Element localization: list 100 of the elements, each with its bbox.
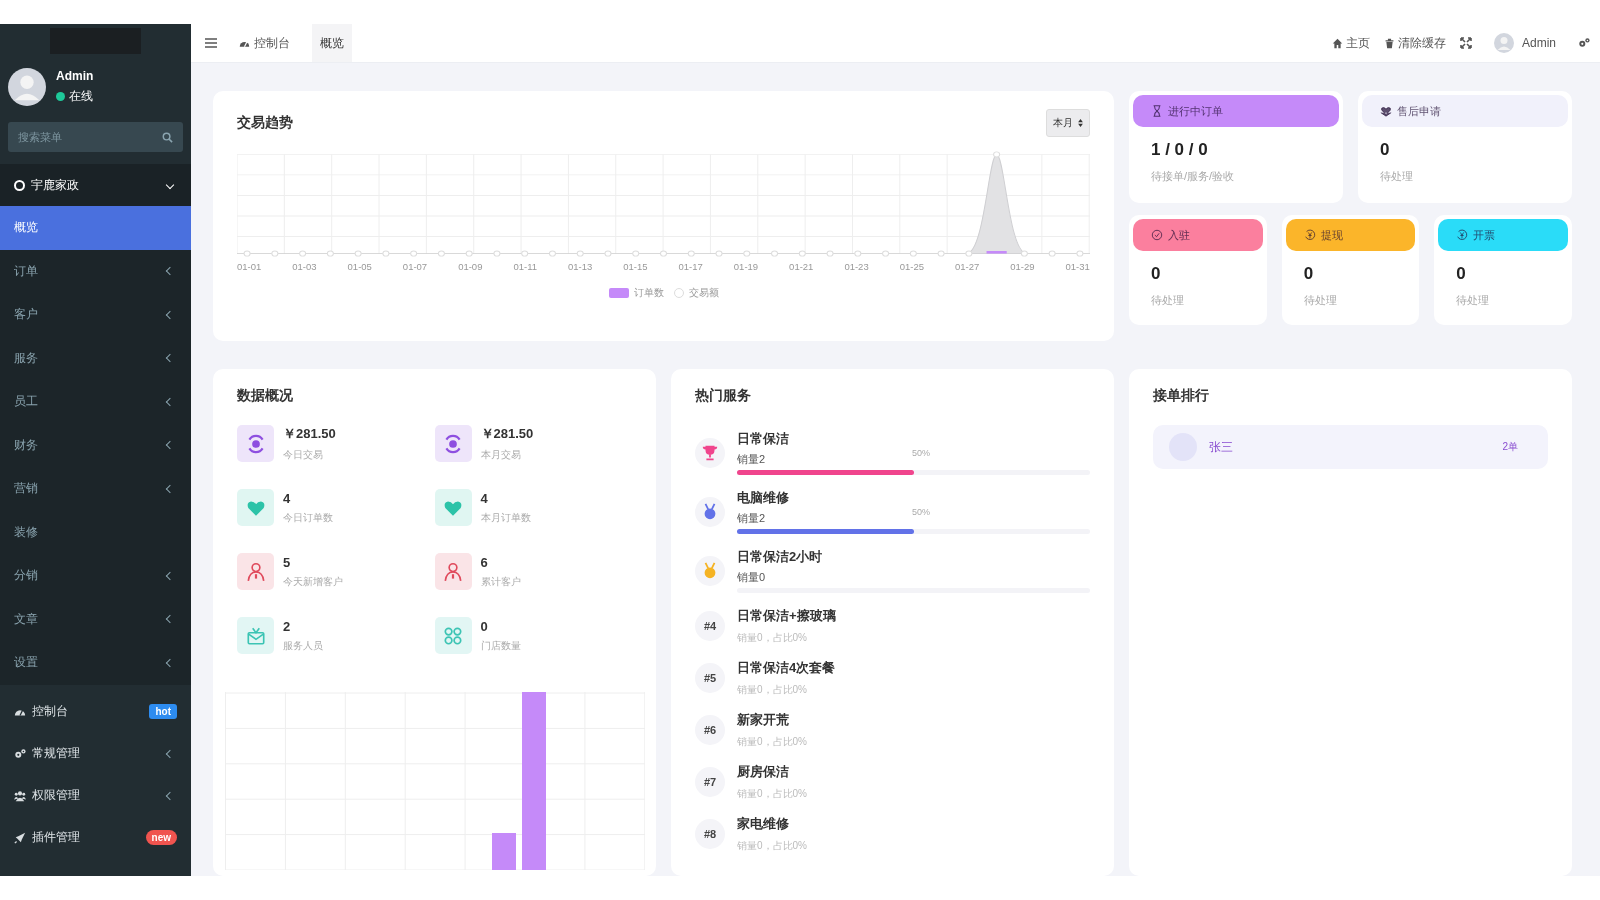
card-title: 接单排行	[1153, 387, 1210, 405]
data-point	[271, 250, 279, 257]
menu-item[interactable]: 文章	[0, 597, 191, 641]
data-point	[632, 250, 640, 257]
menu-item[interactable]: 装修	[0, 510, 191, 554]
stat-caption: 累计客户	[480, 574, 521, 589]
axis-label: 01-15	[623, 261, 648, 272]
menu-item[interactable]: 常规管理	[0, 732, 191, 775]
trash-icon	[1384, 37, 1395, 49]
axis-label: 01-19	[733, 261, 759, 272]
axis-label: 01-09	[458, 261, 483, 272]
rank-badge: #5	[695, 663, 725, 693]
nav-tab[interactable]: 概览	[312, 24, 352, 62]
stat-caption: 服务人员	[283, 638, 323, 653]
staff-name: 张三	[1209, 438, 1234, 456]
data-point	[465, 250, 473, 257]
stat-value: ￥281.50	[480, 425, 534, 443]
axis-label: 01-31	[1065, 261, 1090, 272]
stat-caption: 今天新增客户	[283, 574, 343, 589]
toolbar-link[interactable]: 清除缓存	[1384, 34, 1446, 52]
service-name: 电脑维修	[737, 489, 790, 507]
percent-label: 50%	[912, 507, 930, 519]
menu-item[interactable]: 订单	[0, 249, 191, 293]
axis-label: 01-13	[567, 261, 593, 272]
axis-label: 01-29	[1010, 261, 1035, 272]
menu-item[interactable]: 财务	[0, 423, 191, 467]
user-menu[interactable]: Admin	[1494, 33, 1556, 53]
menu-item[interactable]: 服务	[0, 336, 191, 380]
status-value: 0	[1151, 264, 1162, 284]
status-caption: 待处理	[1456, 293, 1491, 308]
menu-icon[interactable]	[205, 37, 217, 49]
menu-group[interactable]: 宇鹿家政	[0, 164, 191, 206]
service-name: 新家开荒	[737, 711, 790, 729]
axis-label: 01-07	[402, 261, 428, 272]
data-point	[243, 250, 251, 257]
chart-bar	[986, 251, 1007, 254]
yuan-coin-icon	[1303, 229, 1316, 241]
chart-bar	[492, 833, 516, 870]
avatar-icon	[1494, 33, 1514, 53]
status-header[interactable]: 进行中订单	[1133, 95, 1339, 127]
data-point	[548, 250, 556, 257]
menu-item[interactable]: 权限管理	[0, 774, 191, 817]
menu-item[interactable]: 分销	[0, 554, 191, 598]
avatar-icon	[8, 68, 46, 106]
order-count: 2单	[1502, 440, 1518, 454]
service-name: 家电维修	[737, 815, 790, 833]
data-point	[687, 250, 695, 257]
heart-hand-icon	[1380, 105, 1392, 117]
menu-item[interactable]: 员工	[0, 380, 191, 424]
data-point	[965, 250, 973, 257]
stat-value: ￥281.50	[283, 425, 336, 443]
menu-item[interactable]: 客户	[0, 293, 191, 337]
stat-value: 4	[283, 490, 292, 506]
axis-label: 01-23	[844, 261, 869, 272]
data-point	[993, 151, 1001, 158]
data-point	[909, 250, 917, 257]
rank-badge: #7	[695, 767, 725, 797]
search-field[interactable]: 搜索菜单	[8, 122, 183, 152]
toolbar-link[interactable]: 主页	[1332, 34, 1370, 52]
status-header[interactable]: 提现	[1285, 219, 1416, 251]
menu-badge: hot	[149, 704, 177, 719]
settings-icon[interactable]	[1578, 37, 1590, 49]
axis-label: 01-11	[513, 261, 537, 272]
service-name: 日常保洁	[737, 430, 790, 448]
axis-label: 01-03	[292, 261, 317, 272]
rank-badge: #8	[695, 819, 725, 849]
status-header[interactable]: 开票	[1438, 219, 1568, 251]
data-point	[798, 250, 806, 257]
sort-arrows-icon	[1078, 119, 1083, 127]
service-name: 日常保洁4次套餐	[737, 659, 837, 677]
service-name: 日常保洁2小时	[737, 548, 824, 566]
service-sales: 销量2	[737, 511, 767, 526]
axis-label: 01-21	[789, 261, 814, 272]
data-point	[521, 250, 529, 257]
menu-item[interactable]: 设置	[0, 641, 191, 685]
status-header[interactable]: 售后申请	[1362, 95, 1568, 127]
axis-label: 01-25	[899, 261, 924, 272]
gears-icon	[14, 747, 26, 760]
data-point	[854, 250, 862, 257]
service-sales: 销量2	[737, 452, 767, 467]
menu-item[interactable]: 概览	[0, 206, 191, 250]
stat-caption: 今日订单数	[283, 510, 333, 525]
data-point	[326, 250, 334, 257]
yuan-coin-icon	[1456, 229, 1469, 241]
status-caption: 待接单/服务/验收	[1151, 169, 1236, 184]
menu-item[interactable]: 插件管理 new	[0, 816, 191, 859]
stat-value: 5	[283, 554, 292, 570]
menu-item[interactable]: 控制台 hot	[0, 690, 191, 733]
data-point	[715, 250, 723, 257]
menu-item[interactable]: 营销	[0, 467, 191, 511]
menu-badge: new	[145, 830, 177, 845]
user-status: 在线	[69, 88, 93, 105]
status-header[interactable]: 入驻	[1133, 219, 1263, 251]
nav-tab[interactable]: 控制台	[231, 24, 298, 62]
user-name: Admin	[56, 69, 94, 83]
data-point	[1020, 250, 1028, 257]
stat-value: 2	[283, 618, 292, 634]
range-select[interactable]: 本月	[1046, 109, 1090, 137]
card-title: 热门服务	[695, 387, 752, 405]
fullscreen-icon[interactable]	[1460, 37, 1472, 49]
